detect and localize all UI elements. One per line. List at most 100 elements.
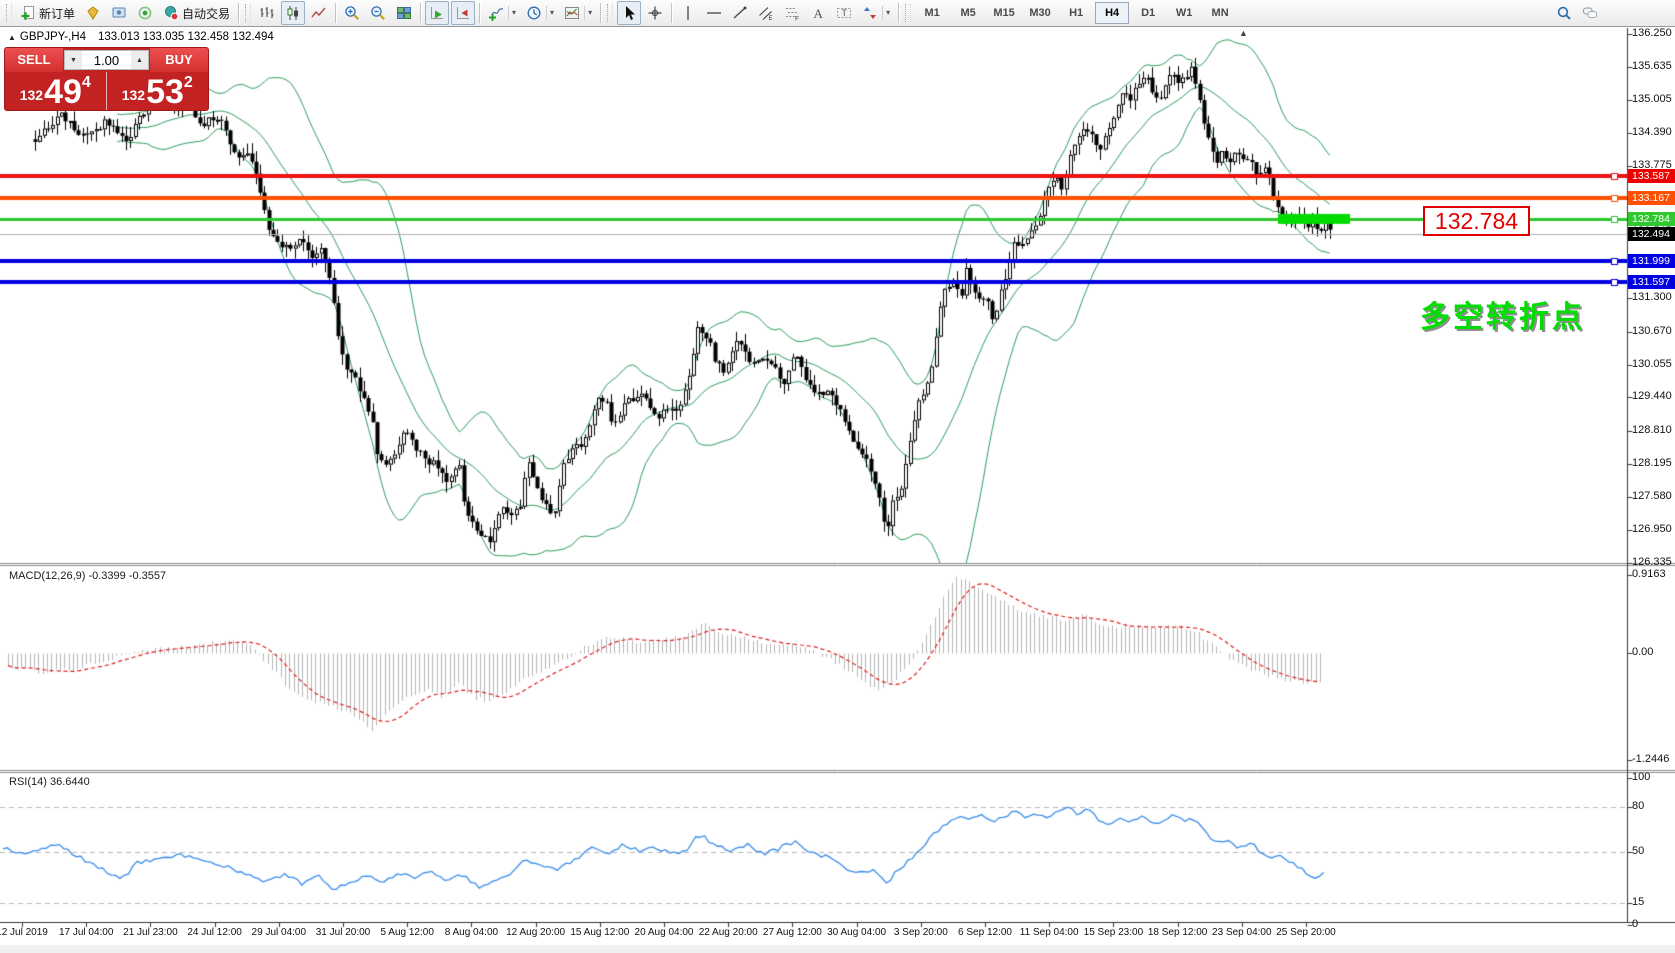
line-chart-button[interactable] — [307, 1, 331, 25]
indicators-icon — [488, 5, 504, 21]
buy-price[interactable]: 132 53 2 — [107, 72, 209, 110]
new-order-button-label: 新订单 — [39, 5, 75, 22]
candlestick-chart-button[interactable] — [281, 1, 305, 25]
chart-title: ▲GBPJPY-,H4133.013 133.035 132.458 132.4… — [8, 31, 274, 43]
toolbar-group: 新订单 自动交易 — [15, 0, 235, 26]
svg-text:E: E — [769, 16, 773, 21]
vertical-line-button[interactable] — [676, 1, 700, 25]
zoom-out-button[interactable] — [366, 1, 390, 25]
axis-tick-label: 127.580 — [1632, 490, 1672, 502]
date-label: 21 Jul 23:00 — [123, 927, 178, 938]
new-order-button[interactable]: 新订单 — [16, 1, 79, 25]
zoom-in-button[interactable] — [340, 1, 364, 25]
search-button[interactable] — [1552, 1, 1576, 25]
chat-button[interactable] — [1578, 1, 1602, 25]
price-annotation-box[interactable]: 132.784 — [1423, 206, 1530, 236]
date-label: 23 Sep 04:00 — [1212, 927, 1272, 938]
periods-icon — [526, 5, 542, 21]
svg-text:T: T — [842, 8, 848, 18]
metaeditor-button[interactable] — [81, 1, 105, 25]
date-label: 27 Aug 12:00 — [763, 927, 822, 938]
tile-windows-button[interactable] — [392, 1, 416, 25]
date-label: 17 Jul 04:00 — [59, 927, 114, 938]
sell-price[interactable]: 132 49 4 — [5, 72, 107, 110]
indicators-button[interactable]: ▾ — [484, 1, 520, 25]
date-label: 15 Aug 12:00 — [570, 927, 629, 938]
market-depth-button[interactable] — [107, 1, 131, 25]
timeframe-h4-button[interactable]: H4 — [1095, 2, 1129, 24]
tile-windows-icon — [396, 5, 412, 21]
axis-price-label: 132.784 — [1628, 212, 1675, 226]
sell-button[interactable]: SELL — [5, 48, 63, 72]
axis-tick-label: 136.250 — [1632, 27, 1672, 39]
chart-canvas[interactable] — [0, 28, 1675, 953]
one-click-price-row: 132 49 4 132 53 2 — [5, 72, 208, 110]
buy-price-pips: 53 — [146, 77, 184, 107]
timeframe-group: M1M5M15M30H1H4D1W1MN — [914, 0, 1238, 26]
periods-button[interactable]: ▾ — [522, 1, 558, 25]
text-label-button[interactable]: T — [832, 1, 856, 25]
volume-increase-icon[interactable]: ▲ — [131, 51, 148, 69]
collapse-marker-icon[interactable]: ▲ — [8, 33, 16, 42]
chart-shift-button[interactable] — [451, 1, 475, 25]
cursor-button[interactable] — [617, 1, 641, 25]
bar-chart-button[interactable] — [255, 1, 279, 25]
buy-button[interactable]: BUY — [150, 48, 208, 72]
toolbar-group — [254, 0, 332, 26]
crosshair-button[interactable] — [643, 1, 667, 25]
volume-decrease-icon[interactable]: ▼ — [65, 51, 82, 69]
chart-ohlc-values: 133.013 133.035 132.458 132.494 — [98, 31, 274, 43]
toolbar-separator — [898, 3, 899, 23]
sell-price-pips: 49 — [44, 77, 82, 107]
one-click-trading-panel: SELL ▼ ▲ BUY 132 49 4 132 53 2 — [4, 47, 209, 111]
timeframe-m15-button[interactable]: M15 — [987, 2, 1021, 24]
templates-button[interactable]: ▾ — [560, 1, 596, 25]
trendline-button[interactable] — [728, 1, 752, 25]
auto-scroll-icon — [429, 5, 445, 21]
volume-input[interactable] — [82, 51, 131, 69]
date-label: 12 Jul 2019 — [0, 927, 48, 938]
timeframe-m5-button[interactable]: M5 — [951, 2, 985, 24]
fibonacci-button[interactable]: F — [780, 1, 804, 25]
horizontal-line-button[interactable] — [702, 1, 726, 25]
timeframe-d1-button[interactable]: D1 — [1131, 2, 1165, 24]
turning-point-annotation[interactable]: 多空转折点 — [1420, 292, 1585, 336]
timeframe-mn-button[interactable]: MN — [1203, 2, 1237, 24]
dropdown-caret-icon[interactable]: ▾ — [508, 6, 516, 20]
text-button[interactable]: A — [806, 1, 830, 25]
dropdown-caret-icon[interactable]: ▾ — [584, 6, 592, 20]
cursor-icon — [621, 5, 637, 21]
sell-price-point: 4 — [82, 74, 91, 92]
axis-tick-label: 0 — [1632, 918, 1638, 930]
toolbar-group: E F A T ▾ — [675, 0, 895, 26]
axis-price-label: 133.587 — [1628, 169, 1675, 183]
toolbar-drag-handle — [905, 4, 911, 22]
zoom-in-icon — [344, 5, 360, 21]
autotrading-button[interactable]: 自动交易 — [159, 1, 234, 25]
chart-workspace: ▲GBPJPY-,H4133.013 133.035 132.458 132.4… — [0, 28, 1675, 953]
volume-spinner: ▼ ▲ — [64, 50, 149, 70]
timeframe-h1-button[interactable]: H1 — [1059, 2, 1093, 24]
macd-indicator-label: MACD(12,26,9) -0.3399 -0.3557 — [9, 570, 166, 582]
timeframe-m30-button[interactable]: M30 — [1023, 2, 1057, 24]
arrows-button[interactable]: ▾ — [858, 1, 894, 25]
timeframe-w1-button[interactable]: W1 — [1167, 2, 1201, 24]
axis-tick-label: 129.440 — [1632, 390, 1672, 402]
channel-button[interactable]: E — [754, 1, 778, 25]
toolbar-separator — [420, 3, 421, 23]
channel-icon: E — [758, 5, 774, 21]
dropdown-caret-icon[interactable]: ▾ — [882, 6, 890, 20]
market-depth-icon — [111, 5, 127, 21]
signals-button[interactable] — [133, 1, 157, 25]
dropdown-caret-icon[interactable]: ▾ — [546, 6, 554, 20]
svg-text:F: F — [795, 16, 799, 22]
svg-text:A: A — [814, 6, 824, 21]
main-toolbar: 新订单 自动交易 ▾ ▾ ▾ E F A T ▾ M1M5M15M30H1H4D1W1MN — [0, 0, 1675, 27]
vertical-line-icon — [680, 5, 696, 21]
auto-scroll-button[interactable] — [425, 1, 449, 25]
timeframe-m1-button[interactable]: M1 — [915, 2, 949, 24]
metaeditor-icon — [85, 5, 101, 21]
date-label: 30 Aug 04:00 — [827, 927, 886, 938]
autotrading-icon — [163, 5, 179, 21]
one-click-header-row: SELL ▼ ▲ BUY — [5, 48, 208, 72]
